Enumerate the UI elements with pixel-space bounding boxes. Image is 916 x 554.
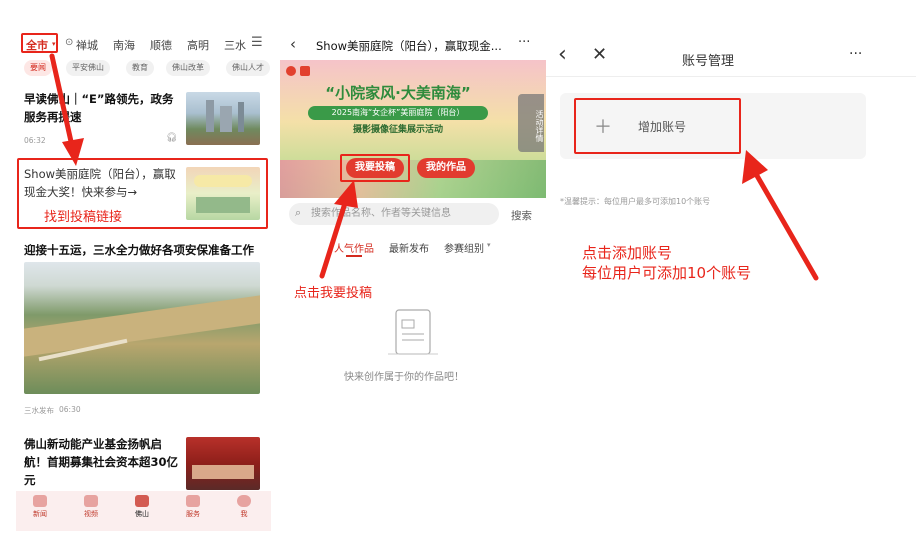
news-title-3[interactable]: 迎接十五运，三水全力做好各项安保准备工作 <box>24 241 264 259</box>
annotation-arrow-1 <box>49 53 84 166</box>
chip-reform[interactable]: 佛山改革 <box>166 60 210 76</box>
annotation-click-submit: 点击我要投稿 <box>294 286 373 301</box>
tab-latest[interactable]: 最新发布 <box>389 240 429 255</box>
news-icon <box>33 495 47 507</box>
chip-education[interactable]: 教育 <box>126 60 154 76</box>
close-icon[interactable]: ✕ <box>592 44 607 65</box>
nav-tab-nanhai[interactable]: 南海 <box>113 37 135 53</box>
empty-state-text: 快来创作属于你的作品吧！ <box>344 372 464 383</box>
tab-groups[interactable]: 参赛组别 <box>444 240 484 255</box>
activity-details-tab[interactable]: 活动详情 <box>518 94 544 152</box>
header-divider <box>546 76 916 77</box>
annotation-find-link: 找到投稿链接 <box>44 210 123 225</box>
hint-text: *温馨提示：每位用户最多可添加10个账号 <box>560 197 711 206</box>
back-icon[interactable]: ‹ <box>290 35 296 53</box>
user-icon <box>237 495 251 507</box>
my-works-button[interactable]: 我的作品 <box>417 158 475 178</box>
highlight-box-add-account <box>574 98 741 154</box>
news-thumb-4[interactable] <box>186 437 260 490</box>
news-app-panel: 全市 ▾ ⊙ 禅城 南海 顺德 高明 三水 ☰ 要闻 平安佛山 教育 佛山改革 … <box>0 0 278 554</box>
service-icon <box>186 495 200 507</box>
annotation-arrow-2 <box>319 180 358 279</box>
activity-page-panel: ‹ Show美丽庭院（阳台），赢取现金... ··· “小院家风·大美南海” 2… <box>278 0 546 554</box>
news-source-3: 三水发布 <box>24 406 54 415</box>
tab-news[interactable]: 新闻 <box>20 495 60 519</box>
chevron-down-icon: ▾ <box>487 241 491 249</box>
more-icon[interactable]: ··· <box>849 46 862 62</box>
news-thumb-1[interactable] <box>186 92 260 145</box>
logo-icon <box>300 66 310 76</box>
tab-video[interactable]: 视频 <box>71 495 111 519</box>
news-time-3: 06:30 <box>59 405 81 414</box>
headphone-icon[interactable]: 🎧︎ <box>166 133 177 143</box>
news-title-4[interactable]: 佛山新动能产业基金扬帆启航！首期募集社会资本超30亿元 <box>24 435 179 489</box>
video-icon <box>84 495 98 507</box>
bottom-tab-bar: 新闻 视频 佛山 服务 我 <box>16 491 271 531</box>
tab-service[interactable]: 服务 <box>173 495 213 519</box>
nav-tab-shunde[interactable]: 顺德 <box>150 37 172 53</box>
tab-me[interactable]: 我 <box>224 495 264 519</box>
search-button[interactable]: 搜索 <box>511 208 532 223</box>
page-title: 账号管理 <box>682 54 735 69</box>
banner-subtitle: 2025南海“女企杯”美丽庭院（阳台） <box>308 106 488 120</box>
tab-foshan[interactable]: 佛山 <box>122 495 162 519</box>
page-title: Show美丽庭院（阳台），赢取现金... <box>316 39 502 53</box>
logo-icon <box>286 66 296 76</box>
empty-document-icon <box>388 309 438 355</box>
banner-title: “小院家风·大美南海” <box>325 84 471 102</box>
more-icon[interactable]: ··· <box>518 35 530 50</box>
back-icon[interactable]: ‹ <box>558 42 567 67</box>
annotation-add-account: 点击添加账号 <box>582 244 673 262</box>
banner-subtitle-2: 摄影摄像征集展示活动 <box>352 125 443 135</box>
chip-talent[interactable]: 佛山人才 <box>226 60 270 76</box>
news-image-3[interactable] <box>24 262 260 394</box>
annotation-limit: 每位用户可添加10个账号 <box>582 264 752 282</box>
menu-icon[interactable]: ☰ <box>251 35 263 50</box>
annotation-arrow-3 <box>742 150 819 281</box>
account-management-panel: ‹ ✕ 账号管理 ··· ＋ 增加账号 *温馨提示：每位用户最多可添加10个账号… <box>546 0 916 554</box>
nav-tab-sanshui[interactable]: 三水 <box>224 37 246 53</box>
search-icon: ⌕ <box>295 206 302 219</box>
location-pin-icon: ⊙ <box>65 37 74 48</box>
nav-tab-gaoming[interactable]: 高明 <box>187 37 209 53</box>
foshan-icon <box>135 495 149 507</box>
